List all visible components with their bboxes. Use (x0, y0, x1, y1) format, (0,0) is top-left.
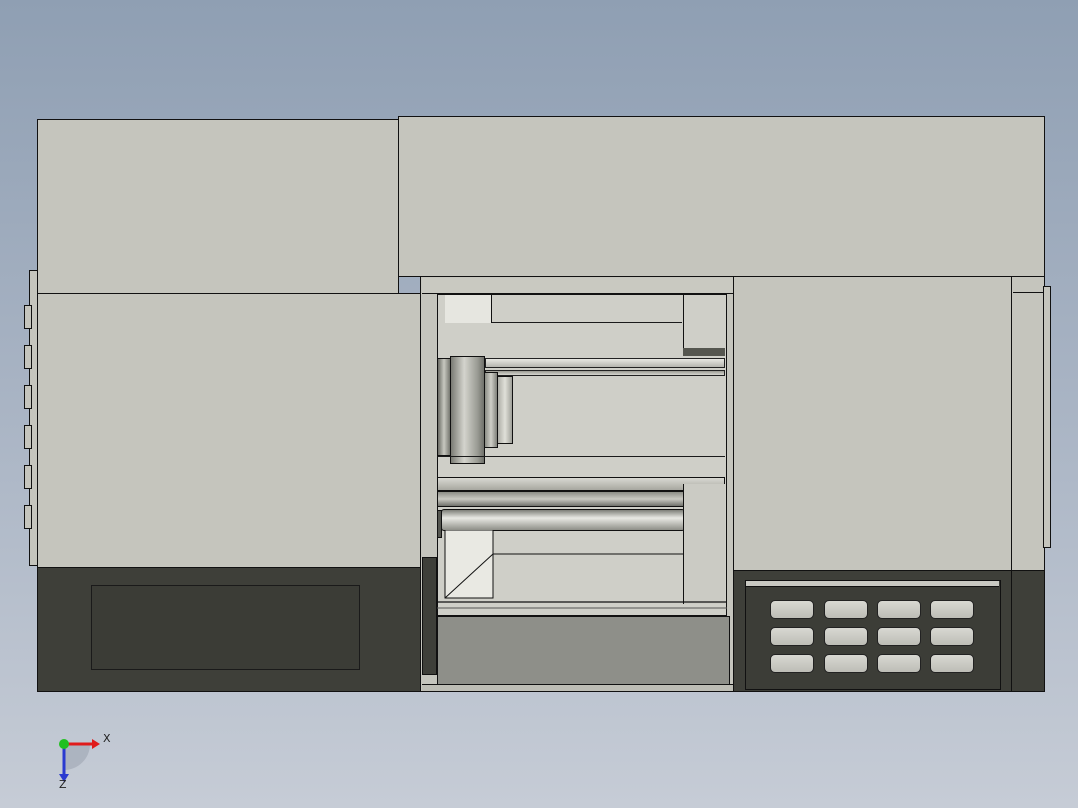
chamber-right-post (683, 294, 725, 354)
keypad-key[interactable] (877, 600, 921, 619)
keypad-key[interactable] (930, 654, 974, 673)
right-side-column (1011, 276, 1045, 572)
z-axis-label: Z (59, 778, 67, 791)
keypad-key[interactable] (930, 600, 974, 619)
chuck-face (497, 376, 513, 444)
keypad-key[interactable] (770, 627, 814, 646)
cross-slide (437, 477, 725, 491)
right-side-handle (1043, 286, 1051, 548)
top-left-cover (37, 119, 399, 295)
chamber-bright-panel (445, 295, 492, 323)
lead-screw (441, 509, 685, 531)
keypad-keys (770, 600, 980, 680)
left-base-panel (91, 585, 360, 670)
control-panel-housing (733, 276, 1013, 572)
keypad-key[interactable] (770, 600, 814, 619)
keypad-key[interactable] (770, 654, 814, 673)
keypad-key[interactable] (930, 627, 974, 646)
upper-rail (485, 358, 725, 368)
chuck-backplate (437, 358, 451, 456)
chuck-body (450, 356, 485, 464)
left-side-handles (24, 305, 32, 535)
top-right-cover (398, 116, 1045, 277)
coordinate-triad: X Z (50, 728, 120, 792)
cad-viewport[interactable] (0, 0, 1078, 808)
bottom-tray (437, 616, 730, 686)
keypad-key[interactable] (877, 627, 921, 646)
chuck-jaws (484, 372, 498, 448)
x-axis-label: X (103, 732, 111, 745)
chamber-left-pillar (422, 557, 437, 675)
keypad-key[interactable] (824, 600, 868, 619)
keypad-key[interactable] (824, 654, 868, 673)
door-header (422, 278, 733, 294)
headstock-housing (37, 293, 421, 569)
keypad-key[interactable] (824, 627, 868, 646)
keypad-key[interactable] (877, 654, 921, 673)
chip-tray (437, 530, 727, 609)
